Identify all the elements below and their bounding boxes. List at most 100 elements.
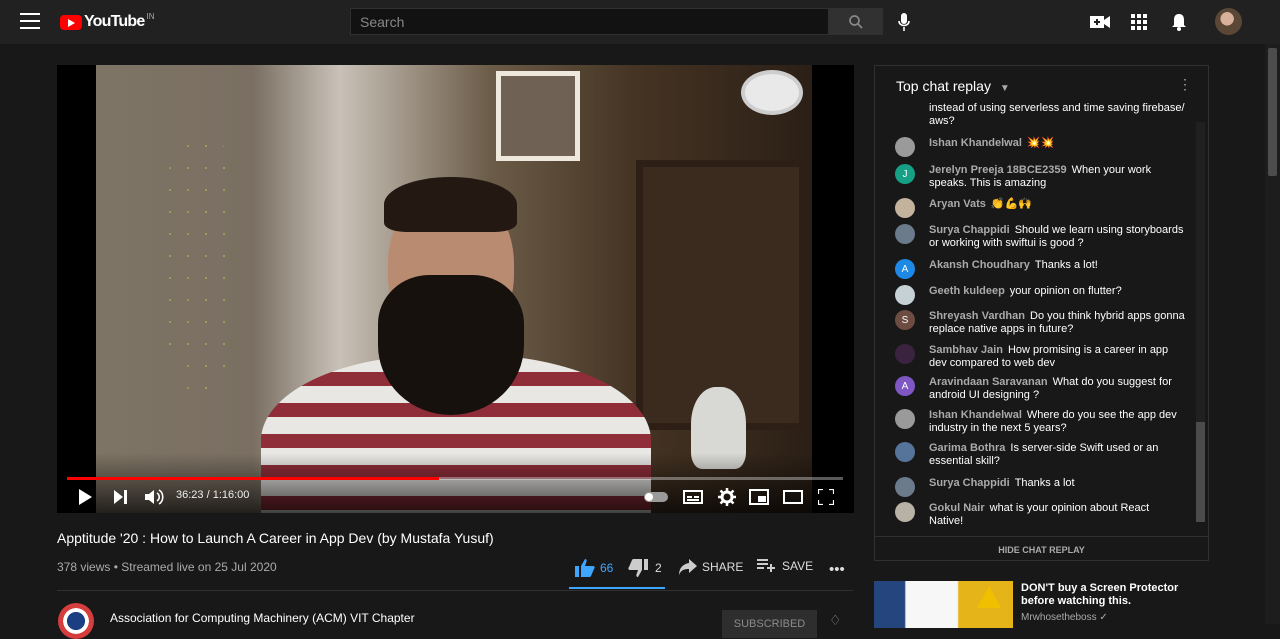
volume-icon[interactable]	[144, 488, 166, 506]
chat-scrollbar-thumb[interactable]	[1196, 422, 1205, 522]
save-button[interactable]: SAVE	[757, 559, 813, 573]
subscribed-button[interactable]: SUBSCRIBED	[722, 610, 817, 638]
chevron-down-icon: ▼	[999, 83, 1010, 94]
chat-message-text: Ishan Khandelwal 💥💥	[929, 137, 1054, 157]
video-player[interactable]: 36:23 / 1:16:00	[57, 65, 854, 513]
menu-icon[interactable]	[20, 13, 40, 31]
chat-author-name[interactable]: Aryan Vats	[929, 198, 986, 210]
chat-author-name[interactable]: Akansh Choudhary	[929, 259, 1030, 271]
chat-message[interactable]: J Jerelyn Preeja 18BCE2359 When your work …	[895, 164, 1185, 190]
like-button[interactable]: 66	[575, 559, 613, 577]
chat-message-text: Sambhav Jain How promising is a career in…	[929, 344, 1185, 370]
channel-notification-bell-icon[interactable]: ♢	[829, 612, 842, 629]
chat-message-body: your opinion on flutter?	[1009, 285, 1122, 297]
chat-message[interactable]: A Akansh Choudhary Thanks a lot!	[895, 259, 1185, 279]
chat-message[interactable]: Gokul Nair what is your opinion about Rea…	[895, 502, 1185, 528]
chat-author-avatar[interactable]	[895, 344, 915, 364]
chat-author-avatar[interactable]	[895, 137, 915, 157]
chat-message-list[interactable]: instead of using serverless and time sav…	[875, 102, 1208, 534]
search-icon[interactable]	[829, 8, 883, 35]
chat-author-avatar[interactable]	[895, 409, 915, 429]
more-actions-icon[interactable]: •••	[829, 561, 845, 578]
chat-author-avatar[interactable]	[895, 198, 915, 218]
chat-author-name[interactable]: Surya Chappidi	[929, 224, 1010, 236]
settings-gear-icon[interactable]	[716, 488, 738, 506]
chat-author-avatar[interactable]	[895, 477, 915, 497]
captions-icon[interactable]	[682, 488, 704, 506]
chat-more-options-icon[interactable]: ⋮	[1178, 76, 1192, 93]
theater-mode-icon[interactable]	[782, 488, 804, 506]
next-icon[interactable]	[113, 488, 129, 506]
thumbs-up-icon	[575, 559, 595, 577]
chat-author-name[interactable]: Sambhav Jain	[929, 344, 1003, 356]
play-icon[interactable]	[77, 488, 93, 506]
chat-message-text: Akansh Choudhary Thanks a lot!	[929, 259, 1098, 279]
chat-author-avatar[interactable]: A	[895, 376, 915, 396]
recommended-video[interactable]: DON'T buy a Screen Protector before watc…	[874, 580, 1210, 628]
microphone-icon[interactable]	[893, 11, 915, 33]
youtube-logo[interactable]: YouTube IN	[60, 11, 154, 33]
chat-author-name[interactable]: Ishan Khandelwal	[929, 137, 1022, 149]
channel-name[interactable]: Association for Computing Machinery (ACM…	[110, 611, 415, 625]
dislike-button[interactable]: 2	[628, 559, 662, 577]
chat-message[interactable]: Garima Bothra Is server-side Swift used o…	[895, 442, 1185, 468]
chat-message-text: Surya Chappidi Should we learn using stor…	[929, 224, 1185, 250]
divider	[57, 590, 853, 591]
chat-message-text: Garima Bothra Is server-side Swift used o…	[929, 442, 1185, 468]
fullscreen-icon[interactable]	[816, 488, 836, 506]
chat-author-avatar[interactable]: S	[895, 310, 915, 330]
chat-author-avatar[interactable]	[895, 102, 915, 122]
chat-message-body: Thanks a lot	[1014, 477, 1075, 489]
page-scrollbar-thumb[interactable]	[1268, 48, 1277, 176]
video-frame	[96, 65, 812, 513]
search-input[interactable]: Search	[350, 8, 829, 35]
create-video-icon[interactable]	[1089, 11, 1111, 33]
chat-message-body: 👏💪🙌	[990, 198, 1032, 210]
chat-author-name[interactable]: Gokul Nair	[929, 502, 985, 514]
apps-grid-icon[interactable]	[1128, 11, 1150, 33]
recommended-channel[interactable]: Mrwhosetheboss ✓	[1021, 612, 1108, 623]
video-progress-bar[interactable]	[67, 477, 843, 480]
chat-message[interactable]: Geeth kuldeep your opinion on flutter?	[895, 285, 1185, 305]
chat-message[interactable]: S Shreyash Vardhan Do you think hybrid app…	[895, 310, 1185, 336]
chat-message[interactable]: Aryan Vats 👏💪🙌	[895, 198, 1185, 218]
like-sentiment-bar	[569, 587, 665, 589]
chat-message-text: Surya Chappidi Thanks a lot	[929, 477, 1075, 497]
autoplay-toggle[interactable]	[643, 488, 669, 506]
chat-message-body: instead of using serverless and time sav…	[929, 102, 1185, 127]
chat-message[interactable]: Ishan Khandelwal Where do you see the app…	[895, 409, 1185, 435]
user-avatar[interactable]	[1215, 8, 1242, 35]
channel-avatar[interactable]	[58, 603, 94, 639]
share-label: SHARE	[702, 560, 744, 574]
chat-message[interactable]: Surya Chappidi Should we learn using stor…	[895, 224, 1185, 250]
chat-message[interactable]: Sambhav Jain How promising is a career in…	[895, 344, 1185, 370]
chat-author-name[interactable]: Jerelyn Preeja 18BCE2359	[929, 164, 1067, 176]
chat-message-text: Geeth kuldeep your opinion on flutter?	[929, 285, 1122, 305]
chat-message[interactable]: Ishan Khandelwal 💥💥	[895, 137, 1185, 157]
chat-author-name[interactable]: Garima Bothra	[929, 442, 1005, 454]
thumbs-down-icon	[628, 559, 648, 577]
hide-chat-replay-button[interactable]: HIDE CHAT REPLAY	[875, 536, 1208, 562]
chat-author-name[interactable]: Surya Chappidi	[929, 477, 1010, 489]
chat-author-avatar[interactable]	[895, 442, 915, 462]
chat-author-name[interactable]: Ishan Khandelwal	[929, 409, 1022, 421]
chat-author-name[interactable]: Geeth kuldeep	[929, 285, 1005, 297]
chat-author-avatar[interactable]	[895, 502, 915, 522]
chat-message[interactable]: instead of using serverless and time sav…	[895, 102, 1185, 128]
miniplayer-icon[interactable]	[748, 488, 770, 506]
chat-message[interactable]: Surya Chappidi Thanks a lot	[895, 477, 1185, 497]
chat-author-name[interactable]: Aravindaan Saravanan	[929, 376, 1048, 388]
chat-message[interactable]: A Aravindaan Saravanan What do you suggest…	[895, 376, 1185, 402]
chat-author-name[interactable]: Shreyash Vardhan	[929, 310, 1025, 322]
recommended-title[interactable]: DON'T buy a Screen Protector before watc…	[1021, 582, 1206, 608]
share-button[interactable]: SHARE	[679, 559, 743, 575]
logo-text: YouTube	[84, 13, 145, 30]
chat-author-avatar[interactable]: J	[895, 164, 915, 184]
chat-author-avatar[interactable]: A	[895, 259, 915, 279]
chat-author-avatar[interactable]	[895, 224, 915, 244]
chat-mode-dropdown[interactable]: Top chat replay ▼	[896, 78, 1010, 94]
speaker-hair	[384, 177, 517, 232]
chat-message-body: Thanks a lot!	[1034, 259, 1098, 271]
notifications-bell-icon[interactable]	[1168, 11, 1190, 33]
chat-author-avatar[interactable]	[895, 285, 915, 305]
